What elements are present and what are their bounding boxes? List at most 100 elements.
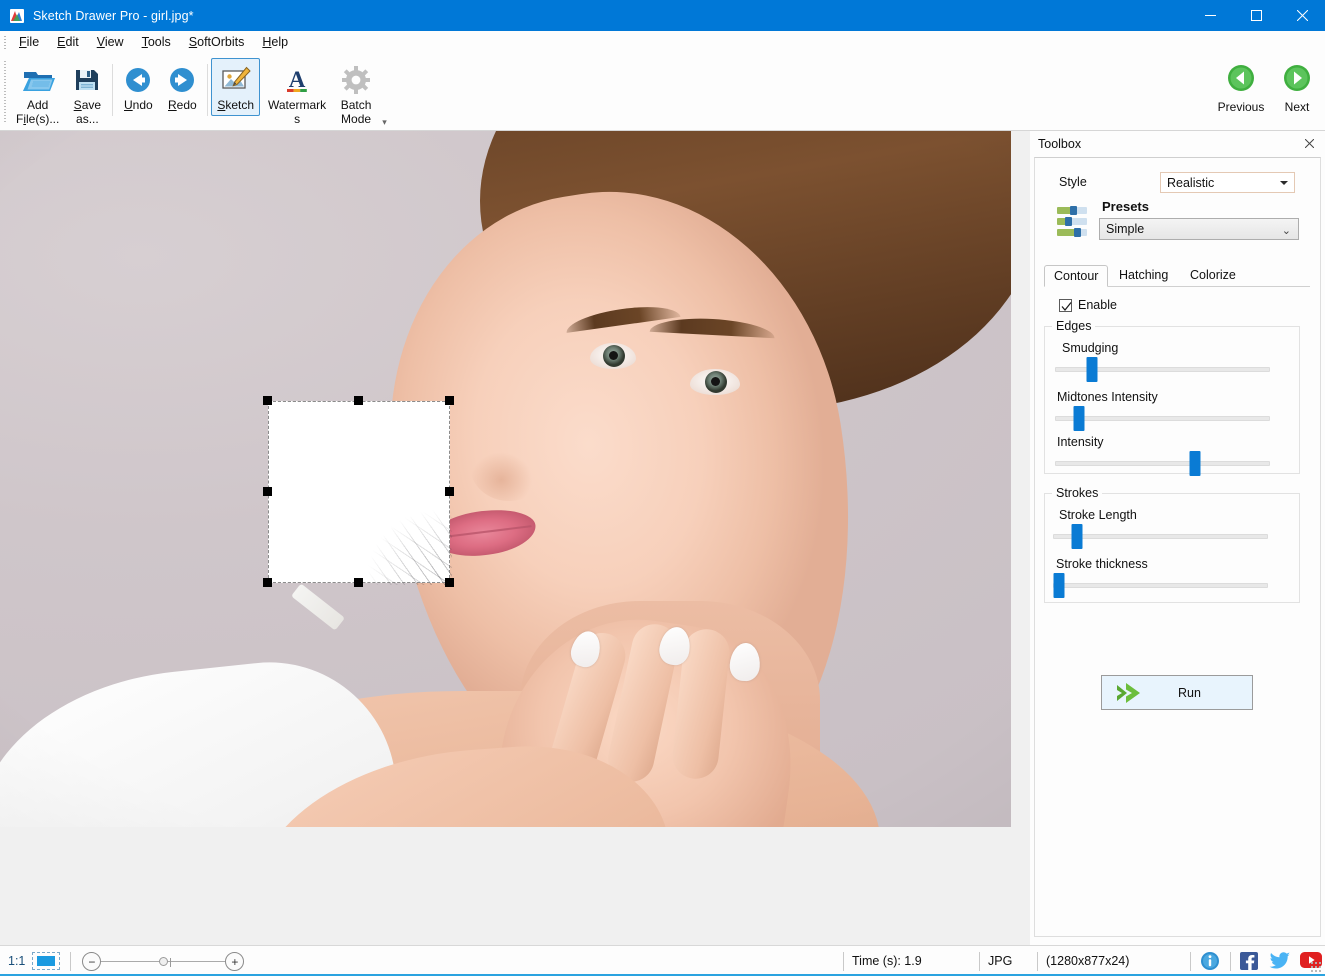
sketch-button[interactable]: Sketch	[211, 58, 260, 116]
midtones-intensity-thumb[interactable]	[1073, 406, 1084, 431]
zoom-slider[interactable]: − +	[82, 950, 244, 972]
stroke-length-thumb[interactable]	[1071, 524, 1082, 549]
open-folder-icon	[21, 62, 55, 98]
sketch-pencil-strokes	[332, 465, 452, 585]
enable-checkbox-row[interactable]: Enable	[1059, 298, 1117, 312]
enable-checkbox[interactable]	[1059, 299, 1072, 312]
smudging-thumb[interactable]	[1086, 357, 1097, 382]
batch-mode-button[interactable]: Batch Mode	[334, 58, 378, 129]
smudging-label: Smudging	[1062, 341, 1118, 355]
strokes-group: Strokes Stroke Length Stroke thickness	[1044, 493, 1300, 603]
menu-help[interactable]: Help	[253, 32, 297, 53]
menu-edit[interactable]: Edit	[48, 32, 88, 53]
selection-handle-n[interactable]	[354, 396, 363, 405]
intensity-thumb[interactable]	[1189, 451, 1200, 476]
close-button[interactable]	[1279, 0, 1325, 31]
selection-handle-e[interactable]	[445, 487, 454, 496]
selection-handle-se[interactable]	[445, 578, 454, 587]
next-label: Next	[1285, 100, 1310, 114]
menu-tools[interactable]: Tools	[133, 32, 180, 53]
intensity-label: Intensity	[1057, 435, 1104, 449]
svg-text:A: A	[289, 67, 306, 92]
toolbar-separator-2	[207, 64, 208, 116]
tab-colorize[interactable]: Colorize	[1181, 265, 1245, 287]
minus-icon[interactable]: −	[82, 952, 101, 971]
stroke-length-label: Stroke Length	[1059, 508, 1137, 522]
run-label: Run	[1151, 686, 1228, 700]
menu-softorbits[interactable]: SoftOrbits	[180, 32, 254, 53]
watermarks-button[interactable]: A Watermarks	[260, 58, 334, 129]
add-files-label-1: Add	[27, 98, 48, 112]
sketch-pencil-icon	[220, 62, 252, 98]
stroke-length-track	[1053, 534, 1268, 539]
midtones-intensity-track	[1055, 416, 1270, 421]
stroke-thickness-slider[interactable]	[1053, 577, 1268, 595]
menu-file-rest: ile	[27, 35, 40, 49]
save-as-button[interactable]: Save as...	[65, 58, 109, 129]
menu-view[interactable]: View	[88, 32, 133, 53]
undo-button[interactable]: Undo	[116, 58, 160, 116]
stroke-length-slider[interactable]	[1053, 528, 1268, 546]
twitter-icon[interactable]	[1269, 951, 1291, 971]
batch-mode-label-1: Batch	[341, 98, 372, 112]
stroke-thickness-thumb[interactable]	[1054, 573, 1065, 598]
letter-a-icon: A	[282, 62, 312, 98]
zoom-slider-thumb[interactable]	[159, 957, 168, 966]
title-bar: Sketch Drawer Pro - girl.jpg*	[0, 0, 1325, 31]
sketch-label: Sketch	[217, 99, 254, 113]
dimensions-label: (1280x877x24)	[1046, 954, 1129, 968]
maximize-button[interactable]	[1233, 0, 1279, 31]
photo-preview[interactable]	[0, 131, 1011, 827]
minimize-button[interactable]	[1187, 0, 1233, 31]
toolbar-separator-1	[112, 64, 113, 116]
toolbar-history-group: Undo Redo	[116, 54, 204, 130]
green-double-arrow-icon	[1115, 682, 1151, 704]
plus-icon[interactable]: +	[225, 952, 244, 971]
batch-mode-label-2: Mode	[341, 112, 371, 126]
floppy-disk-icon	[72, 62, 102, 98]
menu-file[interactable]: File	[10, 32, 48, 53]
selection-handle-w[interactable]	[263, 487, 272, 496]
toolbox-body: Style Realistic Presets Simple ⌄	[1034, 157, 1321, 937]
selection-handle-sw[interactable]	[263, 578, 272, 587]
toolbox-panel: Toolbox Style Realistic	[1030, 131, 1325, 945]
toolbar-navigation-group: Previous Next	[1213, 54, 1325, 130]
edges-group: Edges Smudging Midtones Intensity Intens…	[1044, 326, 1300, 474]
watermarks-label: Watermarks	[266, 99, 328, 126]
run-button[interactable]: Run	[1101, 675, 1253, 710]
toolbar-overflow-chevron[interactable]: ▾	[378, 117, 391, 128]
add-files-button[interactable]: Add File(s)...	[10, 58, 65, 129]
facebook-icon[interactable]	[1239, 951, 1261, 971]
checkmark-icon	[1061, 301, 1072, 312]
intensity-slider[interactable]	[1055, 455, 1270, 473]
resize-grip-icon[interactable]	[1310, 961, 1322, 973]
time-cell: Time (s): 1.9	[844, 950, 979, 972]
toolbox-tabstrip: Contour Hatching Colorize	[1044, 265, 1310, 287]
style-dropdown[interactable]: Realistic	[1160, 172, 1295, 193]
midtones-intensity-slider[interactable]	[1055, 410, 1270, 428]
smudging-slider[interactable]	[1055, 361, 1270, 379]
tab-contour[interactable]: Contour	[1044, 265, 1108, 287]
redo-button[interactable]: Redo	[160, 58, 204, 116]
style-value: Realistic	[1167, 176, 1214, 190]
presets-dropdown[interactable]: Simple ⌄	[1099, 218, 1299, 240]
strokes-legend: Strokes	[1052, 486, 1102, 500]
canvas-area[interactable]	[0, 131, 1030, 945]
selection-handle-ne[interactable]	[445, 396, 454, 405]
save-as-label-2: as...	[76, 112, 99, 126]
status-separator-5	[1190, 952, 1191, 971]
toolbox-title: Toolbox	[1038, 137, 1081, 151]
selection-handle-nw[interactable]	[263, 396, 272, 405]
status-bar: 1:1 − + Time (s): 1.9 JPG (1280x877x24)	[0, 945, 1325, 976]
tab-hatching[interactable]: Hatching	[1110, 265, 1177, 287]
next-button[interactable]: Next	[1269, 60, 1325, 117]
sketch-preview-region	[268, 401, 450, 583]
selection-handle-s[interactable]	[354, 578, 363, 587]
menubar-grip	[0, 31, 10, 54]
fit-to-screen-icon[interactable]	[32, 952, 60, 970]
previous-button[interactable]: Previous	[1213, 60, 1269, 117]
application-window: Sketch Drawer Pro - girl.jpg* File Edit …	[0, 0, 1325, 976]
toolbox-close-icon[interactable]	[1301, 135, 1318, 152]
info-icon[interactable]	[1200, 951, 1222, 971]
menu-edit-rest: dit	[66, 35, 79, 49]
